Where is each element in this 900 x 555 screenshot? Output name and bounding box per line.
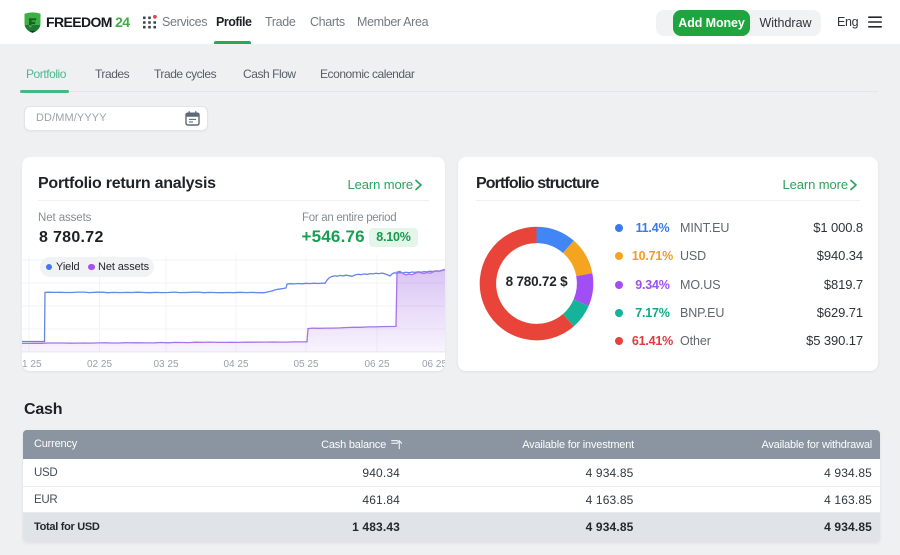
svg-text:05 25: 05 25	[293, 359, 318, 370]
svg-text:03 25: 03 25	[153, 359, 178, 370]
svg-text:04 25: 04 25	[223, 359, 248, 370]
svg-text:02 25: 02 25	[87, 359, 112, 370]
svg-text:06 25: 06 25	[364, 359, 389, 370]
svg-text:06 25: 06 25	[422, 359, 445, 370]
svg-text:01 25: 01 25	[22, 359, 42, 370]
